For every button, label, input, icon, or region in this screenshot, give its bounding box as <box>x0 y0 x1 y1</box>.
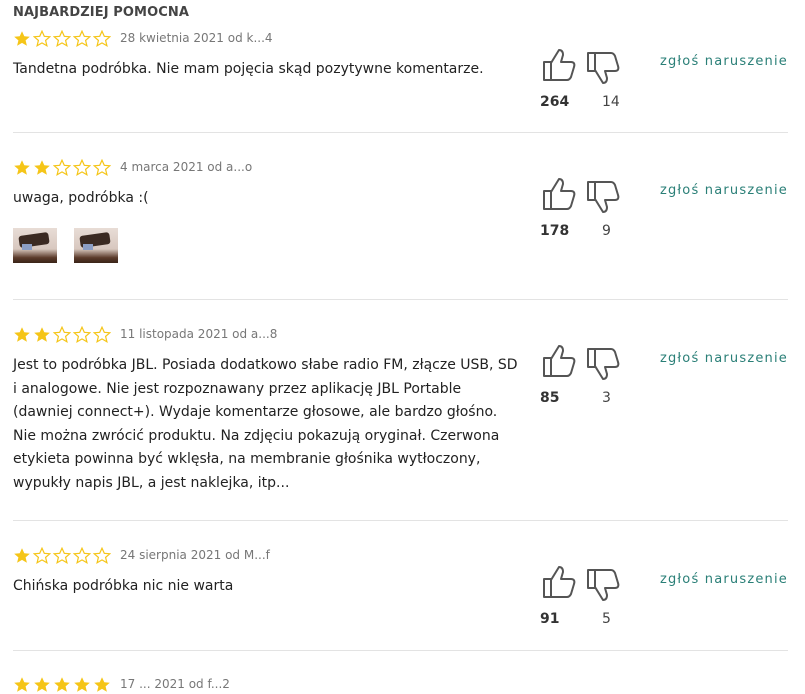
review-text: Jest to podróbka JBL. Posiada dodatkowo … <box>13 357 518 491</box>
star-rating <box>13 159 111 177</box>
vote-panel: 85 3 <box>540 343 640 413</box>
star-rating <box>13 30 111 48</box>
star-filled-icon <box>74 677 90 692</box>
unhelpful-count: 5 <box>602 611 611 627</box>
star-empty-icon <box>93 159 111 177</box>
thumbs-up-icon[interactable] <box>542 564 576 600</box>
star-filled-icon <box>94 677 110 692</box>
thumbs-down-icon[interactable] <box>586 567 620 603</box>
thumbs-up-icon[interactable] <box>542 176 576 212</box>
star-filled-icon <box>14 31 30 46</box>
thumbs-down-icon[interactable] <box>586 346 620 382</box>
helpful-count: 178 <box>540 223 570 239</box>
star-empty-icon <box>73 547 91 565</box>
review-text: Chińska podróbka nic nie warta <box>13 578 234 594</box>
divider <box>13 650 788 651</box>
divider <box>13 299 788 300</box>
section-title: NAJBARDZIEJ POMOCNA <box>13 5 190 20</box>
thumbs-up-icon[interactable] <box>542 343 576 379</box>
thumbs-down-icon[interactable] <box>586 50 620 86</box>
star-filled-icon <box>14 548 30 563</box>
star-empty-icon <box>33 30 51 48</box>
unhelpful-count: 9 <box>602 223 611 239</box>
review-photo[interactable] <box>13 228 57 263</box>
star-rating <box>13 547 111 565</box>
star-empty-icon <box>53 326 71 344</box>
star-filled-icon <box>34 160 50 175</box>
star-filled-icon <box>14 160 30 175</box>
unhelpful-count: 14 <box>602 94 620 110</box>
review-photo[interactable] <box>74 228 118 263</box>
review-meta: 17 ... 2021 od f...2 <box>120 677 230 691</box>
review-meta: 24 sierpnia 2021 od M...f <box>120 548 270 562</box>
star-filled-icon <box>14 677 30 692</box>
star-empty-icon <box>93 326 111 344</box>
vote-panel: 178 9 <box>540 176 640 246</box>
report-link[interactable]: zgłoś naruszenie <box>660 351 788 366</box>
star-filled-icon <box>54 677 70 692</box>
divider <box>13 520 788 521</box>
review-text: Tandetna podróbka. Nie mam pojęcia skąd … <box>13 61 484 77</box>
review-meta: 11 listopada 2021 od a...8 <box>120 327 278 341</box>
review-meta: 4 marca 2021 od a...o <box>120 160 253 174</box>
star-empty-icon <box>33 547 51 565</box>
unhelpful-count: 3 <box>602 390 611 406</box>
divider <box>13 132 788 133</box>
report-link[interactable]: zgłoś naruszenie <box>660 54 788 69</box>
report-link[interactable]: zgłoś naruszenie <box>660 572 788 587</box>
star-empty-icon <box>53 30 71 48</box>
star-rating <box>13 676 111 694</box>
star-rating <box>13 326 111 344</box>
helpful-count: 85 <box>540 390 560 406</box>
star-empty-icon <box>73 326 91 344</box>
star-empty-icon <box>93 30 111 48</box>
helpful-count: 264 <box>540 94 570 110</box>
review-text: uwaga, podróbka :( <box>13 190 149 206</box>
star-empty-icon <box>53 547 71 565</box>
thumbs-up-icon[interactable] <box>542 47 576 83</box>
report-link[interactable]: zgłoś naruszenie <box>660 183 788 198</box>
vote-panel: 91 5 <box>540 564 640 634</box>
review-meta: 28 kwietnia 2021 od k...4 <box>120 31 273 45</box>
star-empty-icon <box>73 159 91 177</box>
star-filled-icon <box>14 327 30 342</box>
star-empty-icon <box>93 547 111 565</box>
thumbs-down-icon[interactable] <box>586 179 620 215</box>
star-empty-icon <box>73 30 91 48</box>
helpful-count: 91 <box>540 611 560 627</box>
vote-panel: 264 14 <box>540 47 640 117</box>
star-filled-icon <box>34 677 50 692</box>
star-filled-icon <box>34 327 50 342</box>
star-empty-icon <box>53 159 71 177</box>
review-photos <box>13 228 118 263</box>
